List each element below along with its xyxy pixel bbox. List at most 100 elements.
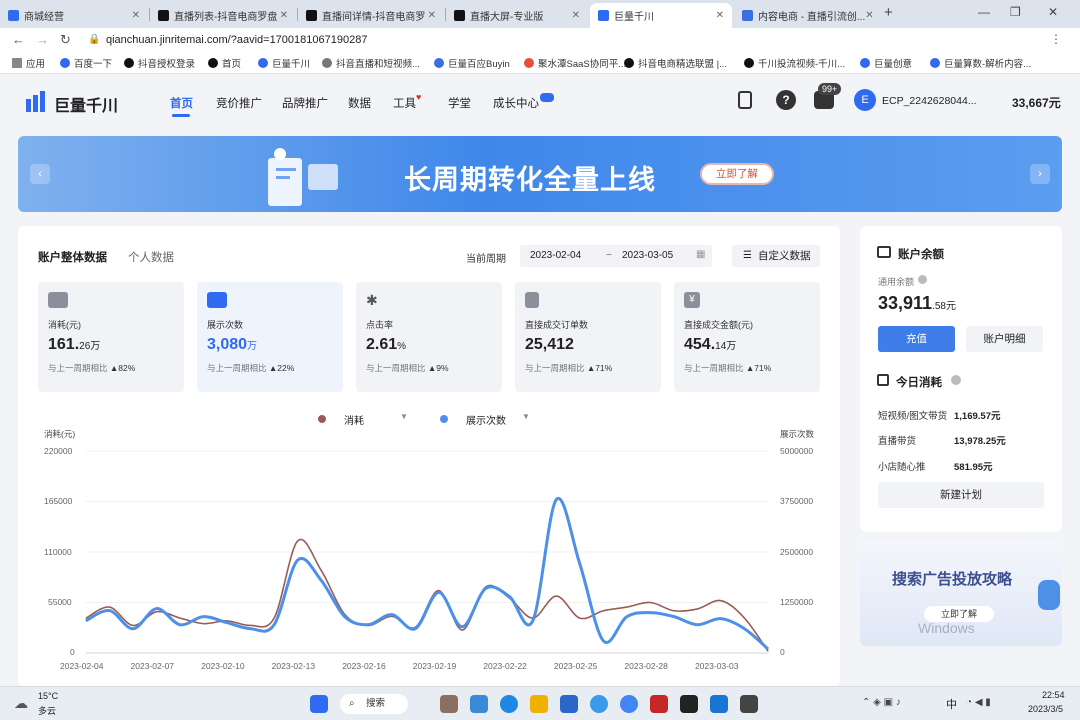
data-point[interactable]: [179, 624, 181, 626]
today-spend-title: 今日消耗: [896, 377, 942, 389]
clock-date[interactable]: 2023/3/5: [1028, 704, 1063, 714]
edge-icon[interactable]: [500, 695, 518, 713]
weather-desc: 多云: [38, 706, 57, 716]
mascot-icon: [1038, 580, 1060, 610]
data-point[interactable]: [414, 628, 416, 630]
calendar-icon: [877, 374, 889, 386]
data-point[interactable]: [132, 624, 134, 626]
data-point[interactable]: [743, 617, 745, 619]
chat-icon[interactable]: [470, 695, 488, 713]
x-tick-label: 2023-02-13: [271, 661, 316, 671]
clock-time[interactable]: 22:54: [1042, 690, 1065, 700]
data-point[interactable]: [602, 610, 604, 612]
explorer-icon[interactable]: [530, 695, 548, 713]
wallet-icon: [877, 246, 891, 258]
data-point[interactable]: [555, 595, 557, 597]
data-point[interactable]: [720, 618, 722, 620]
data-point[interactable]: [179, 617, 181, 619]
series-line[interactable]: [85, 538, 769, 652]
data-point[interactable]: [767, 648, 769, 650]
info-icon[interactable]: [918, 275, 927, 284]
data-point[interactable]: [226, 622, 228, 624]
data-point[interactable]: [85, 620, 87, 622]
cloud-icon[interactable]: [590, 695, 608, 713]
spend-row-label: 小店随心推: [878, 462, 926, 473]
data-point[interactable]: [273, 624, 275, 626]
wps-icon[interactable]: [650, 695, 668, 713]
data-point[interactable]: [109, 606, 111, 608]
weather-temp: 15°C: [38, 691, 59, 701]
data-point[interactable]: [367, 624, 369, 626]
data-point[interactable]: [203, 623, 205, 625]
data-point[interactable]: [461, 629, 463, 631]
account-detail-button[interactable]: 账户明细: [966, 326, 1043, 352]
info-icon[interactable]: [951, 375, 961, 385]
data-point[interactable]: [438, 591, 440, 593]
data-point[interactable]: [673, 610, 675, 612]
data-point[interactable]: [485, 587, 487, 589]
app-icon[interactable]: [740, 695, 758, 713]
data-point[interactable]: [626, 616, 628, 618]
store-icon[interactable]: [560, 695, 578, 713]
data-point[interactable]: [696, 608, 698, 610]
data-point[interactable]: [391, 614, 393, 616]
data-point[interactable]: [532, 620, 534, 622]
data-point[interactable]: [85, 617, 87, 619]
spend-row-value: 13,978.25元: [954, 436, 1006, 447]
data-point[interactable]: [673, 616, 675, 618]
x-tick-label: 2023-02-07: [130, 661, 175, 671]
balance-sub-label: 通用余额: [878, 277, 915, 287]
data-point[interactable]: [720, 600, 722, 602]
data-point[interactable]: [743, 628, 745, 630]
x-tick-label: 2023-02-16: [342, 661, 386, 671]
recharge-button[interactable]: 充值: [878, 326, 955, 352]
x-tick-label: 2023-03-03: [694, 661, 739, 671]
x-tick-label: 2023-02-04: [60, 661, 104, 671]
data-point[interactable]: [250, 628, 252, 630]
data-point[interactable]: [579, 563, 581, 565]
data-point[interactable]: [109, 610, 111, 612]
data-point[interactable]: [649, 612, 651, 614]
new-plan-button[interactable]: 新建计划: [878, 482, 1044, 508]
spend-row-value: 581.95元: [954, 462, 993, 473]
ime-indicator[interactable]: 中: [946, 696, 957, 712]
data-point[interactable]: [649, 602, 651, 603]
data-point[interactable]: [297, 559, 299, 561]
data-point[interactable]: [508, 595, 510, 597]
data-point[interactable]: [461, 626, 463, 628]
data-point[interactable]: [250, 624, 252, 626]
windows-watermark: Windows: [918, 620, 975, 636]
promo-card[interactable]: 搜索广告投放攻略 立即了解 Windows: [860, 540, 1062, 646]
spend-row-label: 短视频/图文带货: [878, 411, 948, 422]
data-point[interactable]: [626, 606, 628, 608]
chrome-icon[interactable]: [620, 695, 638, 713]
data-point[interactable]: [203, 616, 205, 618]
app-icon[interactable]: [710, 695, 728, 713]
x-tick-label: 2023-02-22: [483, 661, 527, 671]
start-icon[interactable]: [310, 695, 328, 713]
data-point[interactable]: [344, 616, 346, 618]
promo-title: 搜索广告投放攻略: [892, 571, 1013, 588]
data-point[interactable]: [767, 650, 769, 652]
data-point[interactable]: [156, 611, 158, 613]
app-icon[interactable]: [680, 695, 698, 713]
data-point[interactable]: [320, 569, 322, 571]
data-point[interactable]: [555, 498, 557, 500]
data-point[interactable]: [579, 617, 581, 619]
data-point[interactable]: [602, 640, 604, 642]
x-tick-label: 2023-02-25: [553, 661, 598, 671]
spend-row-value: 1,169.57元: [954, 411, 1001, 422]
series-line[interactable]: [85, 496, 769, 651]
data-point[interactable]: [320, 579, 322, 581]
x-tick-label: 2023-02-19: [412, 661, 457, 671]
network-icon[interactable]: ◔ ◀ ▮: [966, 697, 991, 708]
data-point[interactable]: [156, 608, 158, 610]
taskview-icon[interactable]: [440, 695, 458, 713]
data-point[interactable]: [297, 540, 299, 542]
tray-icons[interactable]: ⌃ ◈ ▣ ♪: [862, 697, 901, 708]
taskbar-search[interactable]: ⌕ 搜索: [340, 694, 408, 714]
data-point[interactable]: [273, 617, 275, 619]
data-point[interactable]: [696, 624, 698, 626]
search-icon: ⌕: [349, 698, 355, 709]
data-point[interactable]: [132, 628, 134, 630]
